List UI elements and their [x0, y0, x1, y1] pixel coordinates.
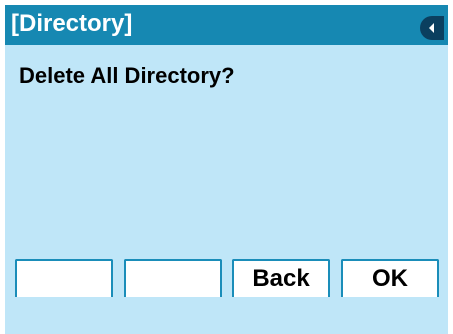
confirm-message: Delete All Directory?	[19, 63, 235, 88]
phone-screen: [Directory] Delete All Directory? Back O…	[0, 0, 453, 334]
title-bar: [Directory]	[5, 5, 448, 45]
back-button[interactable]: Back	[232, 259, 330, 297]
ok-button[interactable]: OK	[341, 259, 439, 297]
softkey-2[interactable]	[124, 259, 222, 297]
left-arrow-icon	[429, 23, 434, 33]
softkey-1[interactable]	[15, 259, 113, 297]
back-arrow-button[interactable]	[420, 16, 444, 40]
page-title: [Directory]	[11, 10, 133, 37]
